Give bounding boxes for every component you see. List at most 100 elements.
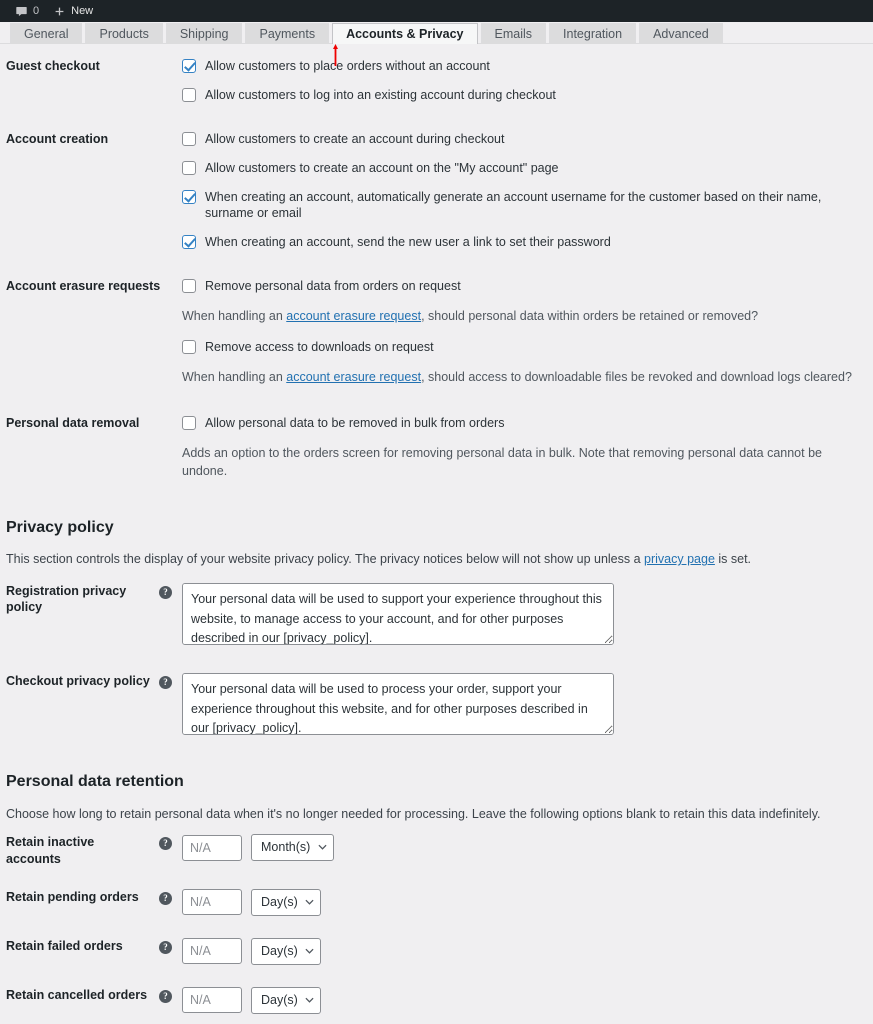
- accounts-privacy-options-table: Guest checkout Allow customers to place …: [6, 44, 861, 495]
- section-heading-privacy-policy: Privacy policy: [6, 519, 114, 536]
- checkbox-login-during-checkout[interactable]: [182, 88, 196, 102]
- checkbox-label: When creating an account, send the new u…: [205, 235, 611, 249]
- description-remove-personal-data: When handling an account erasure request…: [182, 307, 861, 326]
- table-row-checkout-privacy-policy: Checkout privacy policy ? Your personal …: [6, 659, 861, 749]
- desc-text-after: , should access to downloadable files be…: [421, 369, 852, 384]
- tab-accounts-and-privacy[interactable]: Accounts & Privacy: [332, 23, 478, 44]
- table-row-retain-inactive-accounts: Retain inactive accounts ? Month(s): [6, 823, 861, 878]
- retain-inactive-accounts-input[interactable]: [182, 834, 242, 861]
- registration-privacy-policy-textarea[interactable]: Your personal data will be used to suppo…: [182, 583, 614, 646]
- retain-inactive-accounts-unit-select[interactable]: Month(s): [251, 834, 334, 862]
- table-row-personal-data-removal: Personal data removal Allow personal dat…: [6, 401, 861, 496]
- tab-emails[interactable]: Emails: [480, 23, 547, 44]
- checkbox-row-bulk-remove-personal-data[interactable]: Allow personal data to be removed in bul…: [182, 415, 861, 431]
- retain-failed-orders-unit-select[interactable]: Day(s): [251, 937, 321, 965]
- desc-text-after: is set.: [714, 552, 752, 567]
- help-icon[interactable]: ?: [159, 676, 172, 690]
- settings-tabs: General Products Shipping Payments Accou…: [0, 22, 873, 44]
- label-guest-checkout: Guest checkout: [6, 59, 100, 73]
- checkbox-remove-personal-data-from-orders[interactable]: [182, 279, 196, 293]
- checkbox-bulk-remove-personal-data[interactable]: [182, 415, 196, 430]
- th-label-text: Checkout privacy policy: [6, 674, 150, 689]
- checkbox-label: Allow customers to log into an existing …: [205, 88, 556, 102]
- field-retain-failed-orders: Day(s): [182, 927, 861, 976]
- checkbox-row-place-orders-without-account[interactable]: Allow customers to place orders without …: [182, 58, 861, 74]
- label-personal-data-removal: Personal data removal: [6, 415, 140, 430]
- description-personal-data-removal: Adds an option to the orders screen for …: [182, 445, 822, 479]
- checkbox-row-login-during-checkout[interactable]: Allow customers to log into an existing …: [182, 87, 861, 103]
- checkbox-row-remove-access-to-downloads[interactable]: Remove access to downloads on request: [182, 339, 861, 355]
- checkbox-label: Allow customers to create an account on …: [205, 161, 559, 175]
- checkbox-create-account-my-account-page[interactable]: [182, 161, 196, 175]
- plus-icon: [53, 5, 66, 18]
- checkbox-row-send-password-setup-link[interactable]: When creating an account, send the new u…: [182, 234, 861, 250]
- desc-text-before: When handling an: [182, 309, 287, 323]
- checkbox-auto-generate-username[interactable]: [182, 190, 196, 204]
- tab-payments[interactable]: Payments: [245, 23, 330, 44]
- comments-count: 0: [33, 5, 40, 17]
- tab-shipping[interactable]: Shipping: [165, 23, 243, 44]
- th-label-text: Retain failed orders: [6, 938, 123, 953]
- red-arrow-annotation-icon: [333, 44, 338, 66]
- label-retain-inactive-accounts: Retain inactive accounts ?: [6, 823, 182, 878]
- retain-pending-orders-unit-select[interactable]: Day(s): [251, 888, 321, 916]
- th-label-text: Registration privacy policy: [6, 584, 127, 615]
- help-icon[interactable]: ?: [159, 891, 172, 905]
- label-account-erasure-requests: Account erasure requests: [6, 279, 161, 293]
- label-retain-cancelled-orders: Retain cancelled orders ?: [6, 976, 182, 1024]
- personal-data-retention-table: Retain inactive accounts ? Month(s): [6, 823, 861, 1024]
- privacy-policy-table: Registration privacy policy ? Your perso…: [6, 569, 861, 749]
- checkbox-row-create-account-during-checkout[interactable]: Allow customers to create an account dur…: [182, 131, 861, 147]
- tab-integration[interactable]: Integration: [549, 23, 637, 44]
- field-account-erasure-requests: Remove personal data from orders on requ…: [182, 264, 861, 401]
- account-erasure-request-link[interactable]: account erasure request: [286, 309, 421, 323]
- table-row-account-creation: Account creation Allow customers to crea…: [6, 117, 861, 264]
- desc-text-before: This section controls the display of you…: [6, 552, 645, 567]
- checkbox-label: Allow customers to place orders without …: [205, 59, 490, 73]
- checkbox-row-create-account-my-account-page[interactable]: Allow customers to create an account on …: [182, 160, 861, 176]
- checkbox-row-remove-personal-data-from-orders[interactable]: Remove personal data from orders on requ…: [182, 278, 861, 294]
- help-icon[interactable]: ?: [159, 989, 172, 1003]
- tab-products[interactable]: Products: [85, 23, 163, 44]
- label-retain-failed-orders: Retain failed orders ?: [6, 927, 182, 976]
- th-label-text: Retain cancelled orders: [6, 987, 148, 1002]
- checkbox-label: When creating an account, automatically …: [205, 190, 822, 220]
- table-row-guest-checkout: Guest checkout Allow customers to place …: [6, 44, 861, 117]
- privacy-page-link[interactable]: privacy page: [644, 552, 715, 566]
- checkbox-label: Allow personal data to be removed in bul…: [205, 415, 505, 430]
- tab-general[interactable]: General: [10, 23, 83, 44]
- retain-failed-orders-input[interactable]: [182, 938, 242, 965]
- checkbox-place-orders-without-account[interactable]: [182, 59, 196, 73]
- checkbox-label: Allow customers to create an account dur…: [205, 132, 505, 146]
- field-guest-checkout: Allow customers to place orders without …: [182, 44, 861, 117]
- field-checkout-privacy-policy: Your personal data will be used to proce…: [182, 659, 861, 749]
- desc-text-before: When handling an: [182, 369, 287, 384]
- checkbox-row-auto-generate-username[interactable]: When creating an account, automatically …: [182, 189, 861, 221]
- adminbar-new[interactable]: New: [46, 0, 100, 22]
- retain-cancelled-orders-unit-select[interactable]: Day(s): [251, 986, 321, 1014]
- retain-pending-orders-input[interactable]: [182, 889, 242, 916]
- checkbox-remove-access-to-downloads[interactable]: [182, 339, 196, 354]
- help-icon[interactable]: ?: [159, 940, 172, 954]
- checkbox-create-account-during-checkout[interactable]: [182, 132, 196, 146]
- help-icon[interactable]: ?: [159, 586, 172, 600]
- tab-advanced[interactable]: Advanced: [639, 23, 723, 44]
- checkbox-send-password-setup-link[interactable]: [182, 235, 196, 249]
- comment-bubble-icon: [15, 5, 28, 18]
- checkout-privacy-policy-textarea[interactable]: Your personal data will be used to proce…: [182, 673, 614, 736]
- field-retain-inactive-accounts: Month(s): [182, 823, 861, 878]
- adminbar-comments[interactable]: 0: [8, 0, 46, 22]
- label-account-creation: Account creation: [6, 132, 109, 146]
- th-label-text: Retain pending orders: [6, 889, 139, 904]
- field-retain-pending-orders: Day(s): [182, 878, 861, 927]
- retain-cancelled-orders-input[interactable]: [182, 987, 242, 1014]
- desc-text-after: , should personal data within orders be …: [421, 309, 759, 323]
- adminbar-new-label: New: [71, 5, 94, 17]
- section-description-privacy-policy: This section controls the display of you…: [6, 550, 861, 569]
- admin-bar: 0 New: [0, 0, 873, 22]
- description-remove-access-to-downloads: When handling an account erasure request…: [182, 368, 861, 387]
- table-row-retain-cancelled-orders: Retain cancelled orders ? Day(s): [6, 976, 861, 1024]
- account-erasure-request-link[interactable]: account erasure request: [286, 370, 421, 384]
- checkbox-label: Remove access to downloads on request: [205, 339, 434, 354]
- help-icon[interactable]: ?: [159, 837, 172, 851]
